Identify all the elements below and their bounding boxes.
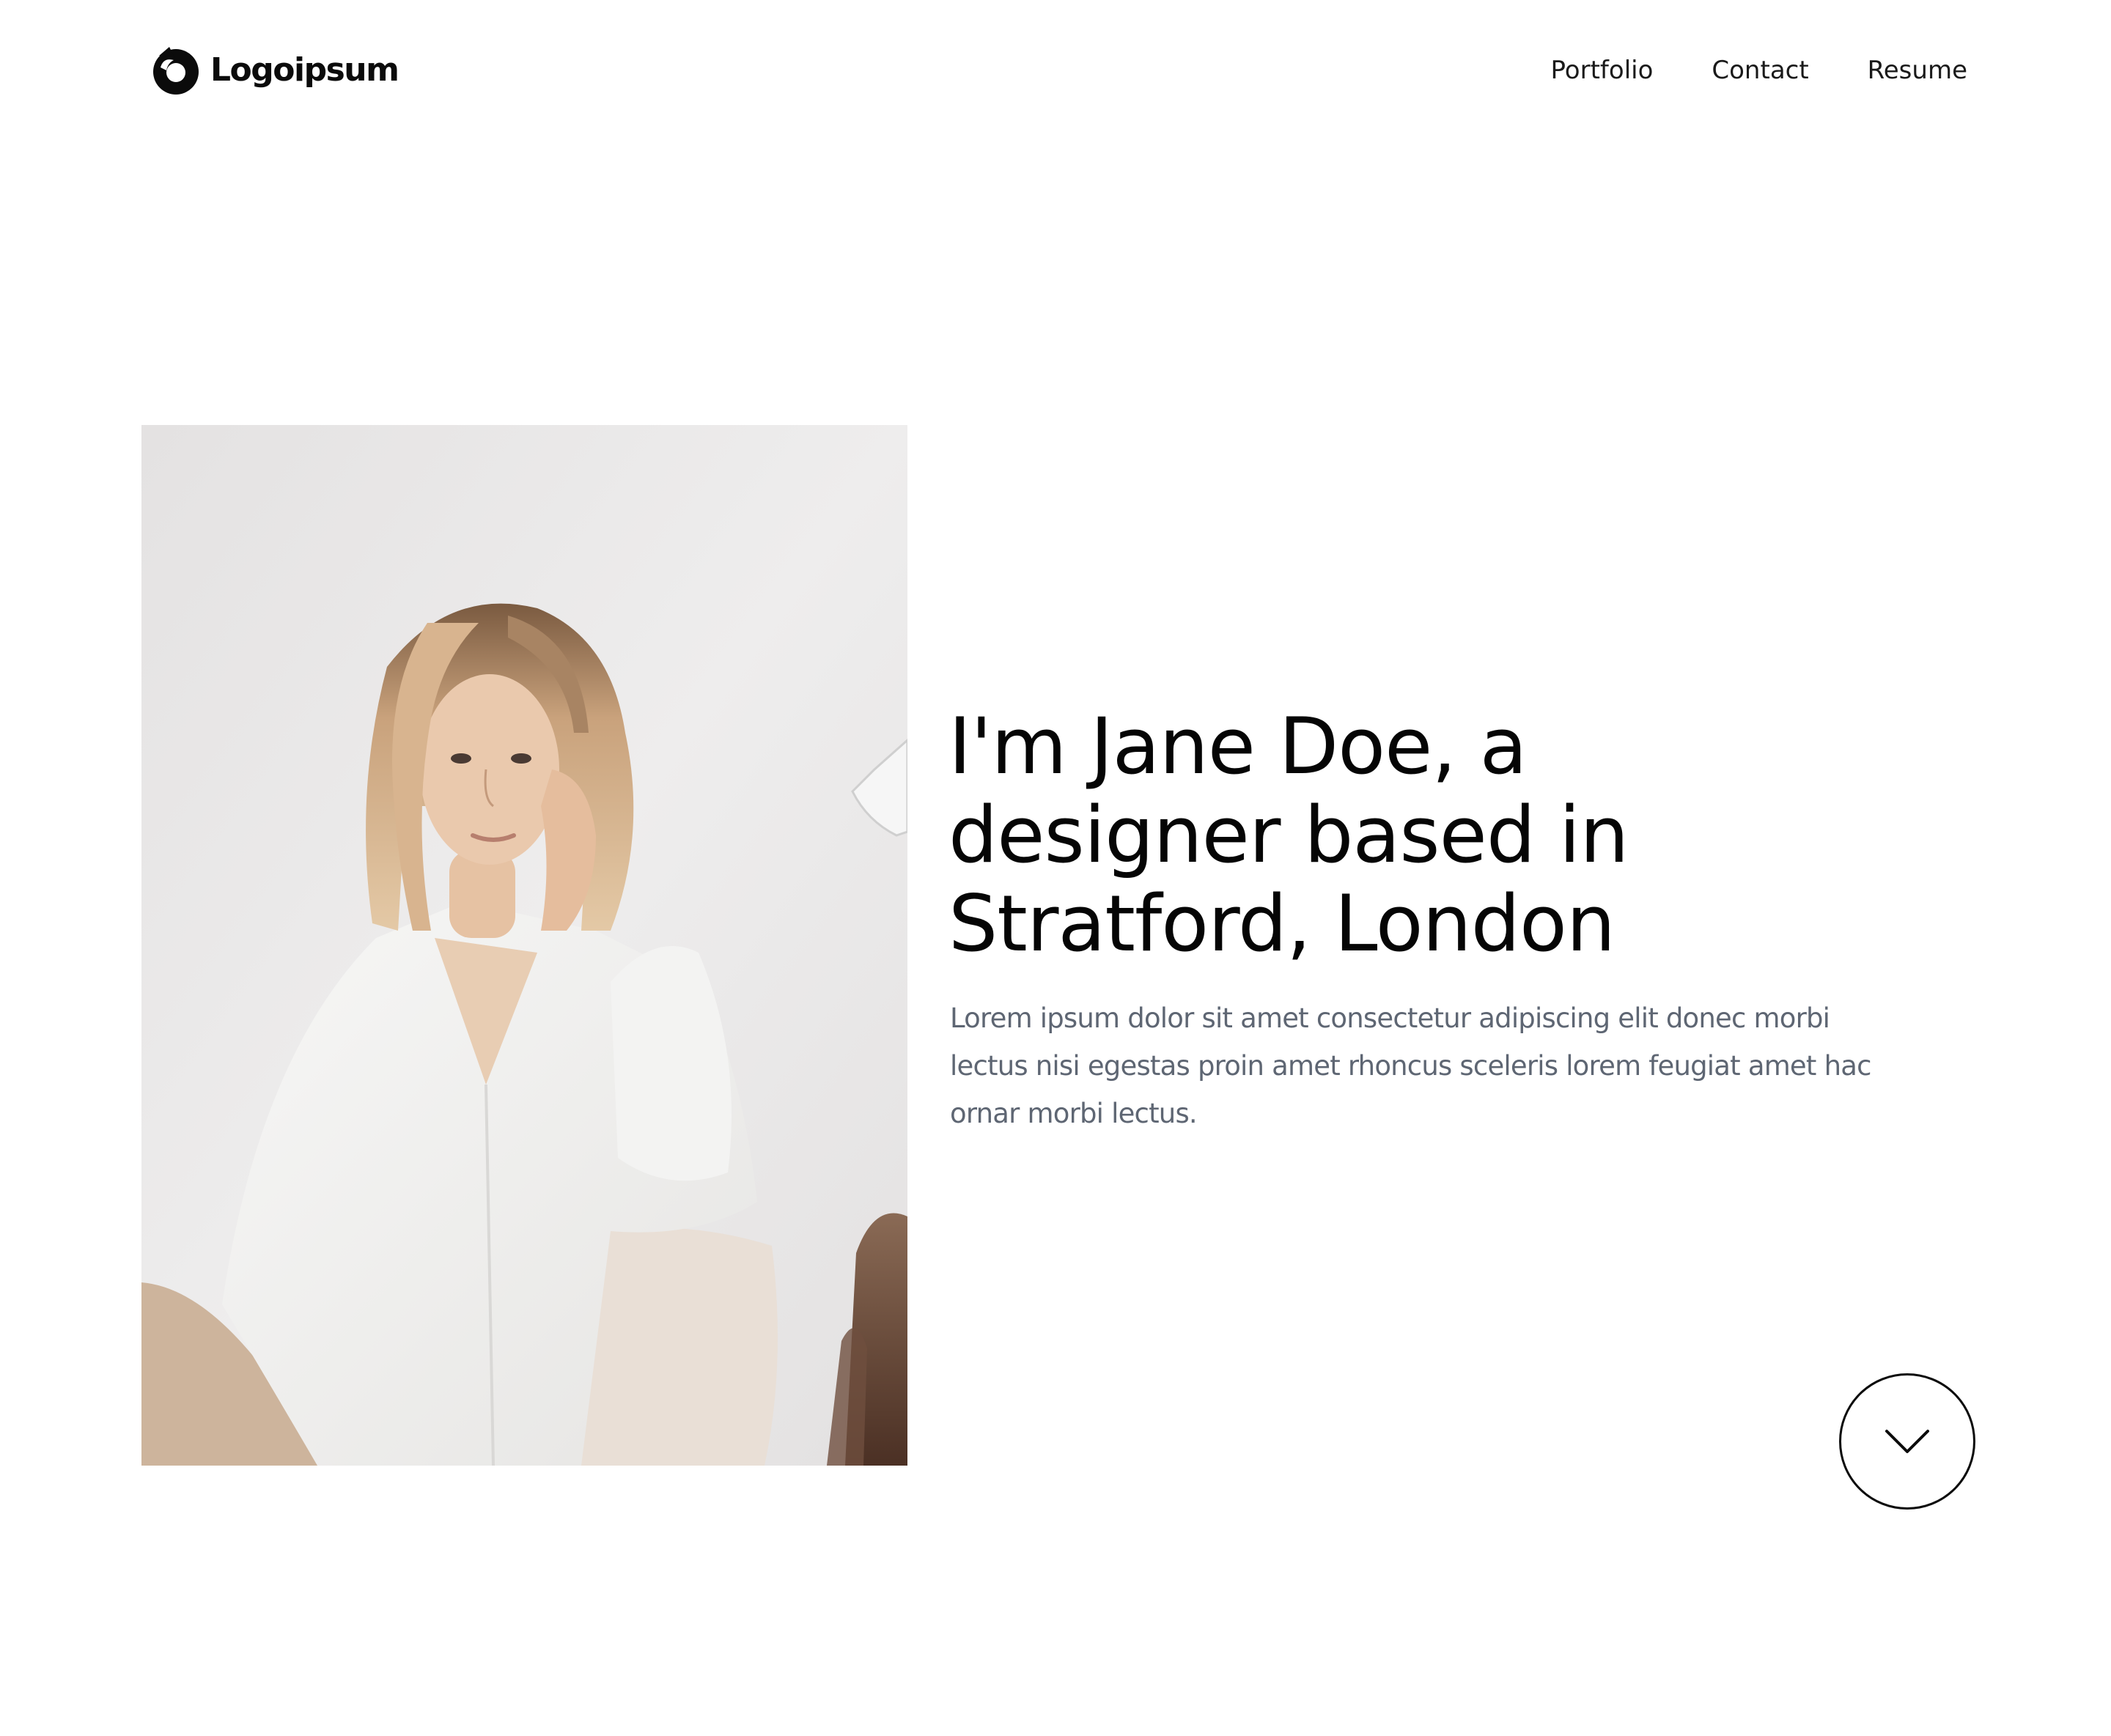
hero-description-line: lectus nisi egestas proin amet rhoncus s…	[950, 1050, 1871, 1082]
main-nav: Portfolio Contact Resume	[1551, 53, 1967, 88]
hero-title: I'm Jane Doe, a designer based in Stratf…	[948, 702, 1901, 968]
hero-title-line: Stratford, London	[948, 879, 1616, 969]
nav-link-portfolio[interactable]: Portfolio	[1551, 53, 1654, 88]
hero-description-line: ornar morbi lectus.	[950, 1098, 1198, 1129]
logo-link[interactable]: Logoipsum	[152, 45, 399, 95]
page: Logoipsum Portfolio Contact Resume I'm J…	[0, 0, 2111, 1736]
scroll-down-button[interactable]	[1839, 1373, 1975, 1510]
portrait-photo	[141, 425, 907, 1466]
logo-text: Logoipsum	[210, 51, 399, 89]
hero-title-line: I'm Jane Doe, a	[948, 701, 1528, 791]
chevron-down-icon	[1885, 1428, 1930, 1455]
hero-title-line: designer based in	[948, 790, 1629, 880]
nav-link-resume[interactable]: Resume	[1868, 53, 1967, 88]
hero-description: Lorem ipsum dolor sit amet consectetur a…	[950, 994, 1925, 1137]
logo-mark-icon	[152, 45, 200, 95]
hero-description-line: Lorem ipsum dolor sit amet consectetur a…	[950, 1002, 1830, 1034]
nav-link-contact[interactable]: Contact	[1712, 53, 1808, 88]
